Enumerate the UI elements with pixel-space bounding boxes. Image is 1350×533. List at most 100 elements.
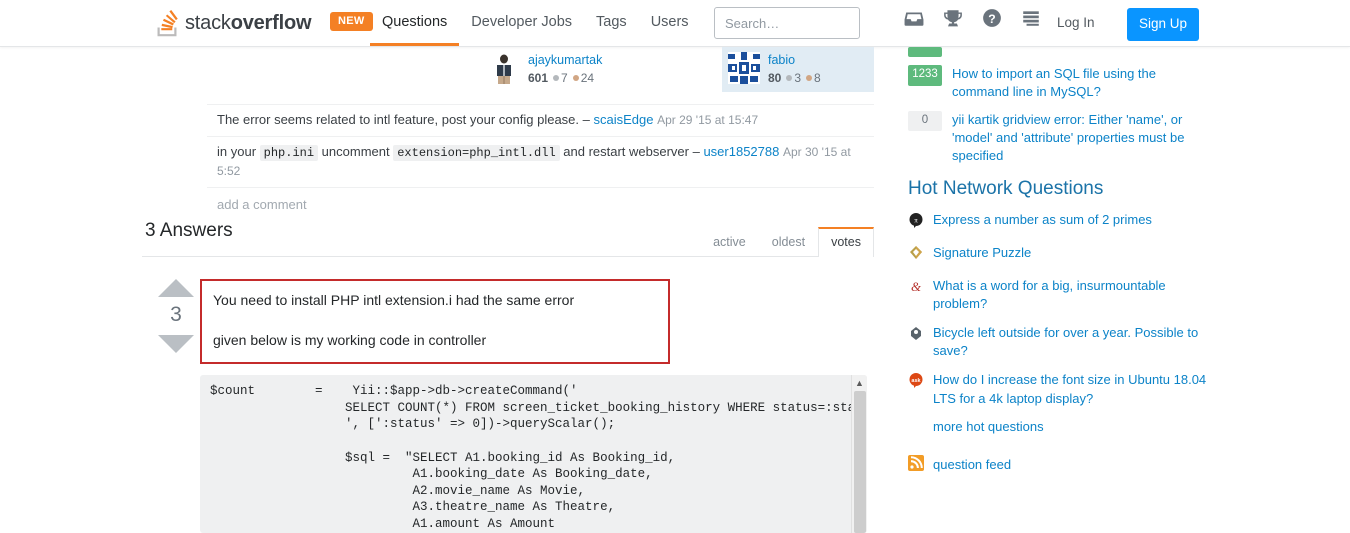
user-name-link[interactable]: fabio xyxy=(768,53,821,69)
answers-count-title: 3 Answers xyxy=(145,220,233,241)
right-sidebar: 1233 How to import an SQL file using the… xyxy=(908,47,1208,522)
comment-author-link[interactable]: user1852788 xyxy=(703,144,779,159)
help-circle-icon[interactable]: ? xyxy=(982,8,1002,28)
more-hot-questions-link[interactable]: more hot questions xyxy=(933,419,1208,434)
hot-question-title[interactable]: How do I increase the font size in Ubunt… xyxy=(933,371,1208,407)
arrow-up-icon[interactable] xyxy=(158,279,194,297)
hot-question-item[interactable]: Signature Puzzle xyxy=(908,244,1208,266)
nav-item-tags[interactable]: Tags xyxy=(584,0,639,46)
bicycles-stackexchange-icon xyxy=(908,324,924,346)
askubuntu-icon: ask xyxy=(908,371,924,393)
code-scrollbar[interactable]: ▲ xyxy=(851,375,867,533)
answer-sort-tabs: active oldest votes xyxy=(700,227,874,257)
log-in-link[interactable]: Log In xyxy=(1057,15,1095,30)
user-card-meta: ajaykumartak 601 7 24 xyxy=(528,52,602,86)
tab-votes[interactable]: votes xyxy=(818,227,874,257)
post-user-cards: ajaykumartak 601 7 24 fabio 80 3 8 xyxy=(482,47,874,92)
question-score-badge: 1233 xyxy=(908,65,942,86)
user-reputation-row: 80 3 8 xyxy=(768,71,821,86)
code-block[interactable]: $count = Yii::$app->db->createCommand(' … xyxy=(200,375,867,533)
inbox-icon[interactable] xyxy=(904,8,924,28)
math-stackexchange-icon: π xyxy=(908,211,924,233)
hot-question-title[interactable]: What is a word for a big, insurmountable… xyxy=(933,277,1208,313)
nav-item-questions[interactable]: Questions xyxy=(370,0,460,46)
bronze-badge-count: 8 xyxy=(814,70,821,85)
sign-up-button[interactable]: Sign Up xyxy=(1127,8,1200,41)
scrollbar-thumb[interactable] xyxy=(854,391,866,533)
question-title-link[interactable]: How to import an SQL file using the comm… xyxy=(952,65,1208,101)
hot-network-questions-title: Hot Network Questions xyxy=(908,177,1104,199)
silver-badge-icon xyxy=(553,74,560,81)
hot-question-title[interactable]: Express a number as sum of 2 primes xyxy=(933,211,1152,229)
hot-question-title[interactable]: Bicycle left outside for over a year. Po… xyxy=(933,324,1208,360)
bronze-badge-count: 24 xyxy=(580,70,595,85)
stackoverflow-logo-text: stackoverflow xyxy=(185,12,312,34)
english-stackexchange-icon: & xyxy=(908,277,924,299)
tab-active[interactable]: active xyxy=(700,227,759,257)
main-column: ajaykumartak 601 7 24 fabio 80 3 8 The e… xyxy=(142,47,874,533)
search-box[interactable] xyxy=(714,7,860,39)
question-feed-row[interactable]: question feed xyxy=(908,454,1208,476)
user-card-meta: fabio 80 3 8 xyxy=(768,52,821,86)
user-card-editor[interactable]: fabio 80 3 8 xyxy=(722,47,874,92)
nav-item-developer-jobs[interactable]: Developer Jobs xyxy=(459,0,584,46)
comment-date: Apr 29 '15 at 15:47 xyxy=(657,113,759,127)
silver-badge-icon xyxy=(786,74,793,81)
answer-body: You need to install PHP intl extension.i… xyxy=(200,279,874,533)
bronze-badge-icon xyxy=(806,74,813,81)
hot-question-item[interactable]: Bicycle left outside for over a year. Po… xyxy=(908,324,1208,360)
answer-paragraph-2: given below is my working code in contro… xyxy=(213,332,487,348)
hot-question-item[interactable]: & What is a word for a big, insurmountab… xyxy=(908,277,1208,313)
nav-item-users[interactable]: Users xyxy=(639,0,701,46)
rss-feed-icon xyxy=(908,454,924,476)
reputation-value: 601 xyxy=(528,70,549,85)
linked-question-score-clipped xyxy=(908,47,942,57)
arrow-down-icon[interactable] xyxy=(158,335,194,353)
user-avatar-identicon[interactable] xyxy=(728,52,760,84)
stackoverflow-logo-icon xyxy=(154,9,180,37)
user-card-asker[interactable]: ajaykumartak 601 7 24 xyxy=(482,47,608,92)
tab-oldest[interactable]: oldest xyxy=(759,227,818,257)
hot-question-item[interactable]: π Express a number as sum of 2 primes xyxy=(908,211,1208,233)
question-title-link[interactable]: yii kartik gridview error: Either 'name'… xyxy=(952,111,1208,165)
trophy-icon[interactable] xyxy=(943,8,963,28)
hot-question-item[interactable]: ask How do I increase the font size in U… xyxy=(908,371,1208,407)
new-badge[interactable]: NEW xyxy=(330,12,373,31)
comment-text-after: and restart webserver – xyxy=(559,143,704,159)
vote-cell: 3 xyxy=(150,279,202,353)
user-reputation-row: 601 7 24 xyxy=(528,71,602,86)
header-icon-group: ? xyxy=(904,8,1041,28)
comment-item: The error seems related to intl feature,… xyxy=(207,104,874,136)
scroll-up-arrow-icon[interactable]: ▲ xyxy=(852,375,867,391)
top-header: stackoverflow NEW Questions Developer Jo… xyxy=(0,0,1350,47)
search-input[interactable] xyxy=(723,14,851,32)
logo-text-light: stack xyxy=(185,12,231,34)
svg-text:?: ? xyxy=(988,12,995,26)
linked-question-item[interactable]: 0 yii kartik gridview error: Either 'nam… xyxy=(908,110,1208,165)
svg-text:ask: ask xyxy=(911,378,921,384)
question-score-badge: 0 xyxy=(908,110,942,132)
puzzling-stackexchange-icon xyxy=(908,244,924,266)
linked-question-item[interactable]: 1233 How to import an SQL file using the… xyxy=(908,65,1208,101)
silver-badge-count: 3 xyxy=(794,70,802,85)
hot-question-title[interactable]: Signature Puzzle xyxy=(933,244,1031,262)
comment-text: The error seems related to intl feature,… xyxy=(217,112,594,127)
user-avatar-person[interactable] xyxy=(488,52,520,84)
comment-list: The error seems related to intl feature,… xyxy=(207,104,874,221)
answer-paragraph-1: You need to install PHP intl extension.i… xyxy=(213,292,575,308)
page-body: ajaykumartak 601 7 24 fabio 80 3 8 The e… xyxy=(0,47,1350,533)
comment-text-mid: uncomment xyxy=(318,143,394,159)
vote-score: 3 xyxy=(170,303,182,326)
bronze-badge-icon xyxy=(572,74,579,81)
svg-text:&: & xyxy=(911,279,922,294)
answers-header: 3 Answers active oldest votes xyxy=(142,215,874,257)
highlighted-answer-text: You need to install PHP intl extension.i… xyxy=(200,279,670,364)
question-feed-link[interactable]: question feed xyxy=(933,457,1011,472)
user-name-link[interactable]: ajaykumartak xyxy=(528,53,602,69)
comment-author-link[interactable]: scaisEdge xyxy=(593,112,653,127)
site-switcher-icon[interactable] xyxy=(1021,8,1041,28)
logo-text-bold: overflow xyxy=(230,12,312,34)
stackoverflow-logo[interactable]: stackoverflow xyxy=(154,7,312,39)
reputation-value: 80 xyxy=(768,70,782,85)
inline-code: extension=php_intl.dll xyxy=(393,144,560,161)
